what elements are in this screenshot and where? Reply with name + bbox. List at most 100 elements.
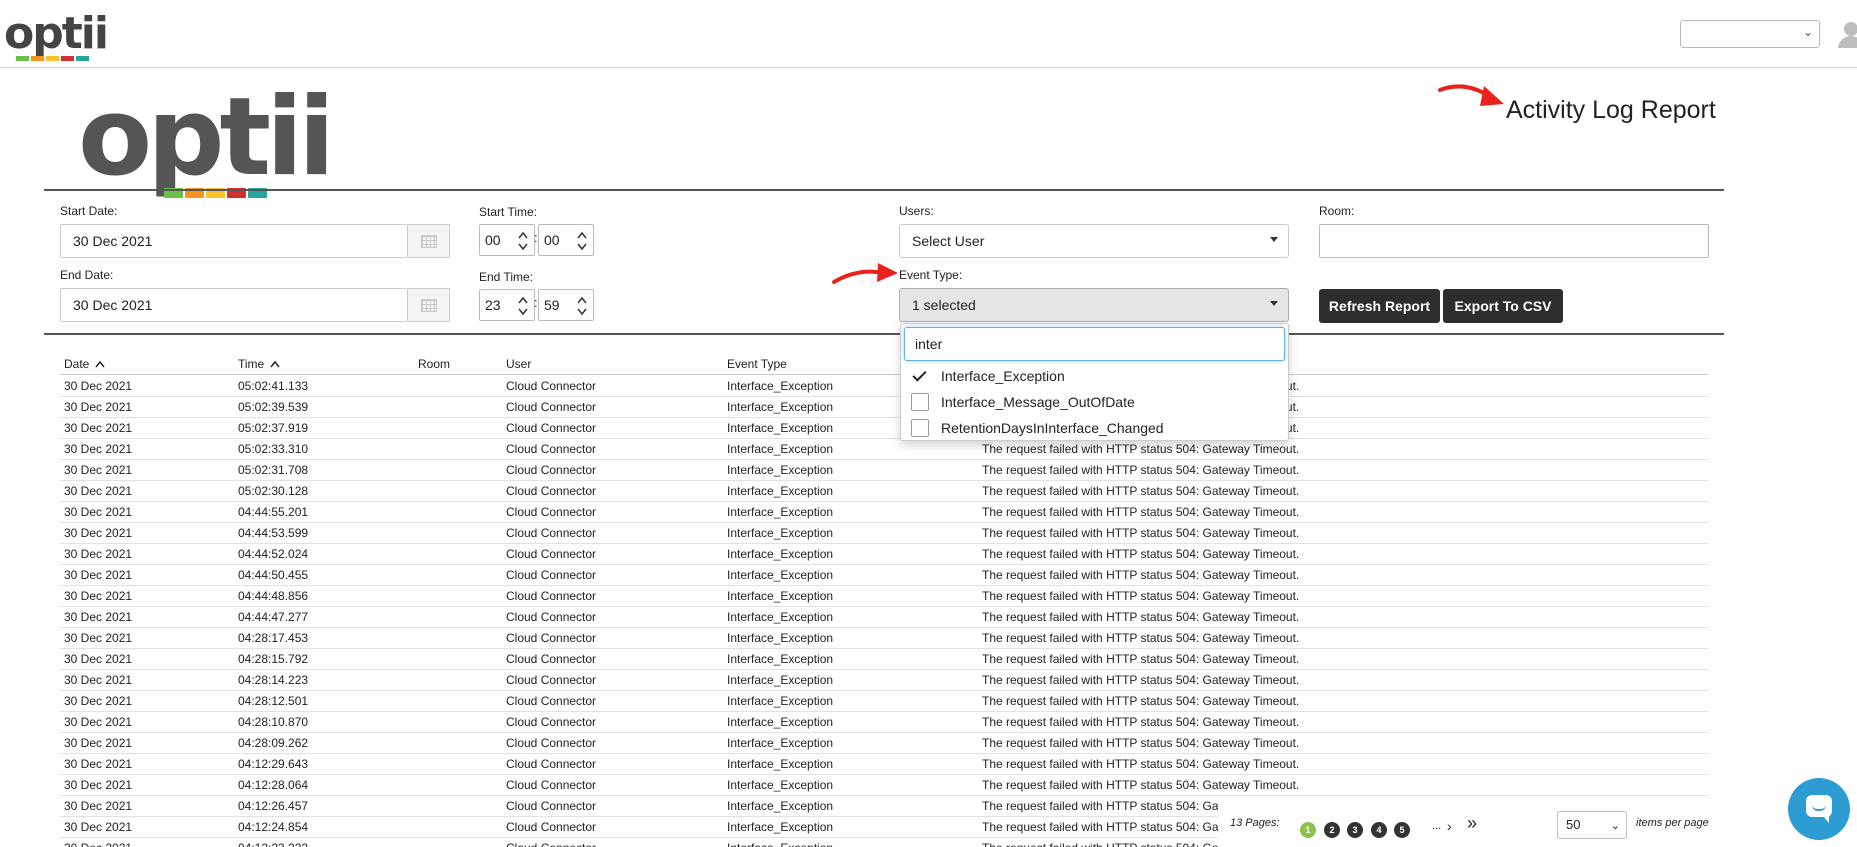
- column-header-date[interactable]: Date: [64, 357, 105, 371]
- start-minute-spinner[interactable]: 00: [538, 224, 594, 256]
- checkmark-icon: [911, 367, 929, 385]
- user-avatar-icon[interactable]: [1838, 20, 1857, 48]
- cell-user: Cloud Connector: [506, 463, 597, 477]
- start-hour-value: 00: [485, 232, 501, 248]
- start-date-calendar-button[interactable]: [408, 224, 450, 258]
- cell-date: 30 Dec 2021: [64, 379, 133, 393]
- cell-time: 04:44:50.455: [238, 568, 309, 582]
- spinner-arrows-icon[interactable]: [517, 295, 529, 317]
- cell-event-type: Interface_Exception: [727, 505, 834, 519]
- cell-event-type: Interface_Exception: [727, 526, 834, 540]
- cell-user: Cloud Connector: [506, 610, 597, 624]
- chevron-down-icon: ⌄: [1802, 25, 1813, 39]
- end-date-calendar-button[interactable]: [408, 288, 450, 322]
- column-header-event-type-label: Event Type: [727, 357, 787, 371]
- cell-time: 04:44:55.201: [238, 505, 309, 519]
- page-button-5[interactable]: 5: [1394, 822, 1410, 838]
- cell-event-type: Interface_Exception: [727, 610, 834, 624]
- cell-user: Cloud Connector: [506, 400, 597, 414]
- spinner-arrows-icon[interactable]: [576, 295, 588, 317]
- cell-time: 04:12:29.643: [238, 757, 309, 771]
- cell-event-type: Interface_Exception: [727, 463, 834, 477]
- column-header-event-type[interactable]: Event Type: [727, 357, 787, 371]
- cell-time: 05:02:30.128: [238, 484, 309, 498]
- more-pages-button[interactable]: ...: [1432, 820, 1441, 832]
- cell-description: The request failed with HTTP status 504:…: [982, 484, 1300, 498]
- page-button-2[interactable]: 2: [1324, 822, 1340, 838]
- page-button-4[interactable]: 4: [1371, 822, 1387, 838]
- users-select[interactable]: Select User: [899, 224, 1289, 258]
- table-row: 30 Dec 2021 04:44:53.599 Cloud Connector In…: [60, 523, 1708, 544]
- column-header-user[interactable]: User: [506, 357, 531, 371]
- event-option-interface-exception[interactable]: Interface_Exception: [911, 364, 1065, 388]
- cell-date: 30 Dec 2021: [64, 652, 133, 666]
- users-label: Users:: [899, 204, 934, 218]
- cell-event-type: Interface_Exception: [727, 379, 834, 393]
- items-per-page-select[interactable]: 50 ⌄: [1557, 811, 1627, 839]
- checkbox-icon[interactable]: [911, 419, 929, 437]
- cell-date: 30 Dec 2021: [64, 610, 133, 624]
- cell-event-type: Interface_Exception: [727, 589, 834, 603]
- event-type-dropdown: inter Interface_Exception Interface_Mess…: [900, 323, 1289, 441]
- end-date-input[interactable]: 30 Dec 2021: [60, 288, 408, 322]
- spinner-arrows-icon[interactable]: [576, 230, 588, 252]
- sort-ascending-icon: [270, 360, 280, 368]
- cell-time: 04:28:09.262: [238, 736, 309, 750]
- annotation-arrow-title: [1438, 84, 1504, 106]
- next-page-icon[interactable]: ›: [1447, 818, 1452, 834]
- cell-date: 30 Dec 2021: [64, 505, 133, 519]
- column-header-room[interactable]: Room: [418, 357, 450, 371]
- cell-description: The request failed with HTTP status 504:…: [982, 442, 1300, 456]
- cell-date: 30 Dec 2021: [64, 820, 133, 834]
- cell-date: 30 Dec 2021: [64, 421, 133, 435]
- end-hour-spinner[interactable]: 23: [479, 289, 535, 321]
- cell-event-type: Interface_Exception: [727, 841, 833, 847]
- cell-date: 30 Dec 2021: [64, 778, 133, 792]
- calendar-icon: [421, 235, 437, 248]
- page-button-3[interactable]: 3: [1347, 822, 1363, 838]
- start-time-label: Start Time:: [479, 205, 538, 219]
- page-title: Activity Log Report: [1506, 96, 1716, 124]
- end-minute-value: 59: [544, 297, 560, 313]
- table-row: 30 Dec 2021 04:28:17.453 Cloud Connector In…: [60, 628, 1708, 649]
- table-row: 30 Dec 2021 05:02:30.128 Cloud Connector In…: [60, 481, 1708, 502]
- start-date-input[interactable]: 30 Dec 2021: [60, 224, 408, 258]
- column-header-time[interactable]: Time: [238, 357, 280, 371]
- room-input[interactable]: [1319, 224, 1709, 258]
- property-select[interactable]: ⌄: [1680, 20, 1820, 48]
- event-option-retentiondays-changed[interactable]: RetentionDaysInInterface_Changed: [911, 416, 1164, 440]
- spinner-arrows-icon[interactable]: [517, 230, 529, 252]
- refresh-report-button[interactable]: Refresh Report: [1319, 289, 1440, 323]
- cell-user: Cloud Connector: [506, 568, 597, 582]
- start-hour-spinner[interactable]: 00: [479, 224, 535, 256]
- table-row: 30 Dec 2021 05:02:37.919 Cloud Connector In…: [60, 418, 1708, 439]
- header-logo[interactable]: optii: [4, 12, 109, 61]
- cell-time: 05:02:31.708: [238, 463, 309, 477]
- end-date-label: End Date:: [60, 268, 114, 282]
- checkbox-icon[interactable]: [911, 393, 929, 411]
- event-option-interface-message-outofdate[interactable]: Interface_Message_OutOfDate: [911, 390, 1135, 414]
- table-row: 30 Dec 2021 04:28:12.501 Cloud Connector In…: [60, 691, 1708, 712]
- cell-user: Cloud Connector: [506, 673, 597, 687]
- items-per-page-label: items per page: [1636, 817, 1709, 829]
- cell-date: 30 Dec 2021: [64, 631, 133, 645]
- cell-time: 04:12:23.222: [238, 841, 308, 847]
- event-type-select[interactable]: 1 selected: [899, 288, 1289, 322]
- cell-date: 30 Dec 2021: [64, 442, 133, 456]
- cell-description: The request failed with HTTP status 504:…: [982, 715, 1300, 729]
- cell-time: 04:44:52.024: [238, 547, 309, 561]
- page-button-1[interactable]: 1: [1300, 822, 1316, 838]
- column-header-date-label: Date: [64, 357, 90, 371]
- chat-launcher-button[interactable]: [1788, 778, 1850, 840]
- event-type-label: Event Type:: [899, 268, 963, 282]
- end-minute-spinner[interactable]: 59: [538, 289, 594, 321]
- cell-date: 30 Dec 2021: [64, 547, 133, 561]
- cell-description: The request failed with HTTP status 504:…: [982, 736, 1300, 750]
- event-type-search-input[interactable]: inter: [904, 327, 1285, 361]
- cell-description: The request failed with HTTP status 504:…: [982, 778, 1300, 792]
- logo-color-bar: [61, 56, 74, 61]
- export-csv-button[interactable]: Export To CSV: [1443, 289, 1563, 323]
- last-page-icon[interactable]: »: [1467, 813, 1477, 834]
- cell-time: 04:28:10.870: [238, 715, 309, 729]
- cell-date: 30 Dec 2021: [64, 799, 133, 813]
